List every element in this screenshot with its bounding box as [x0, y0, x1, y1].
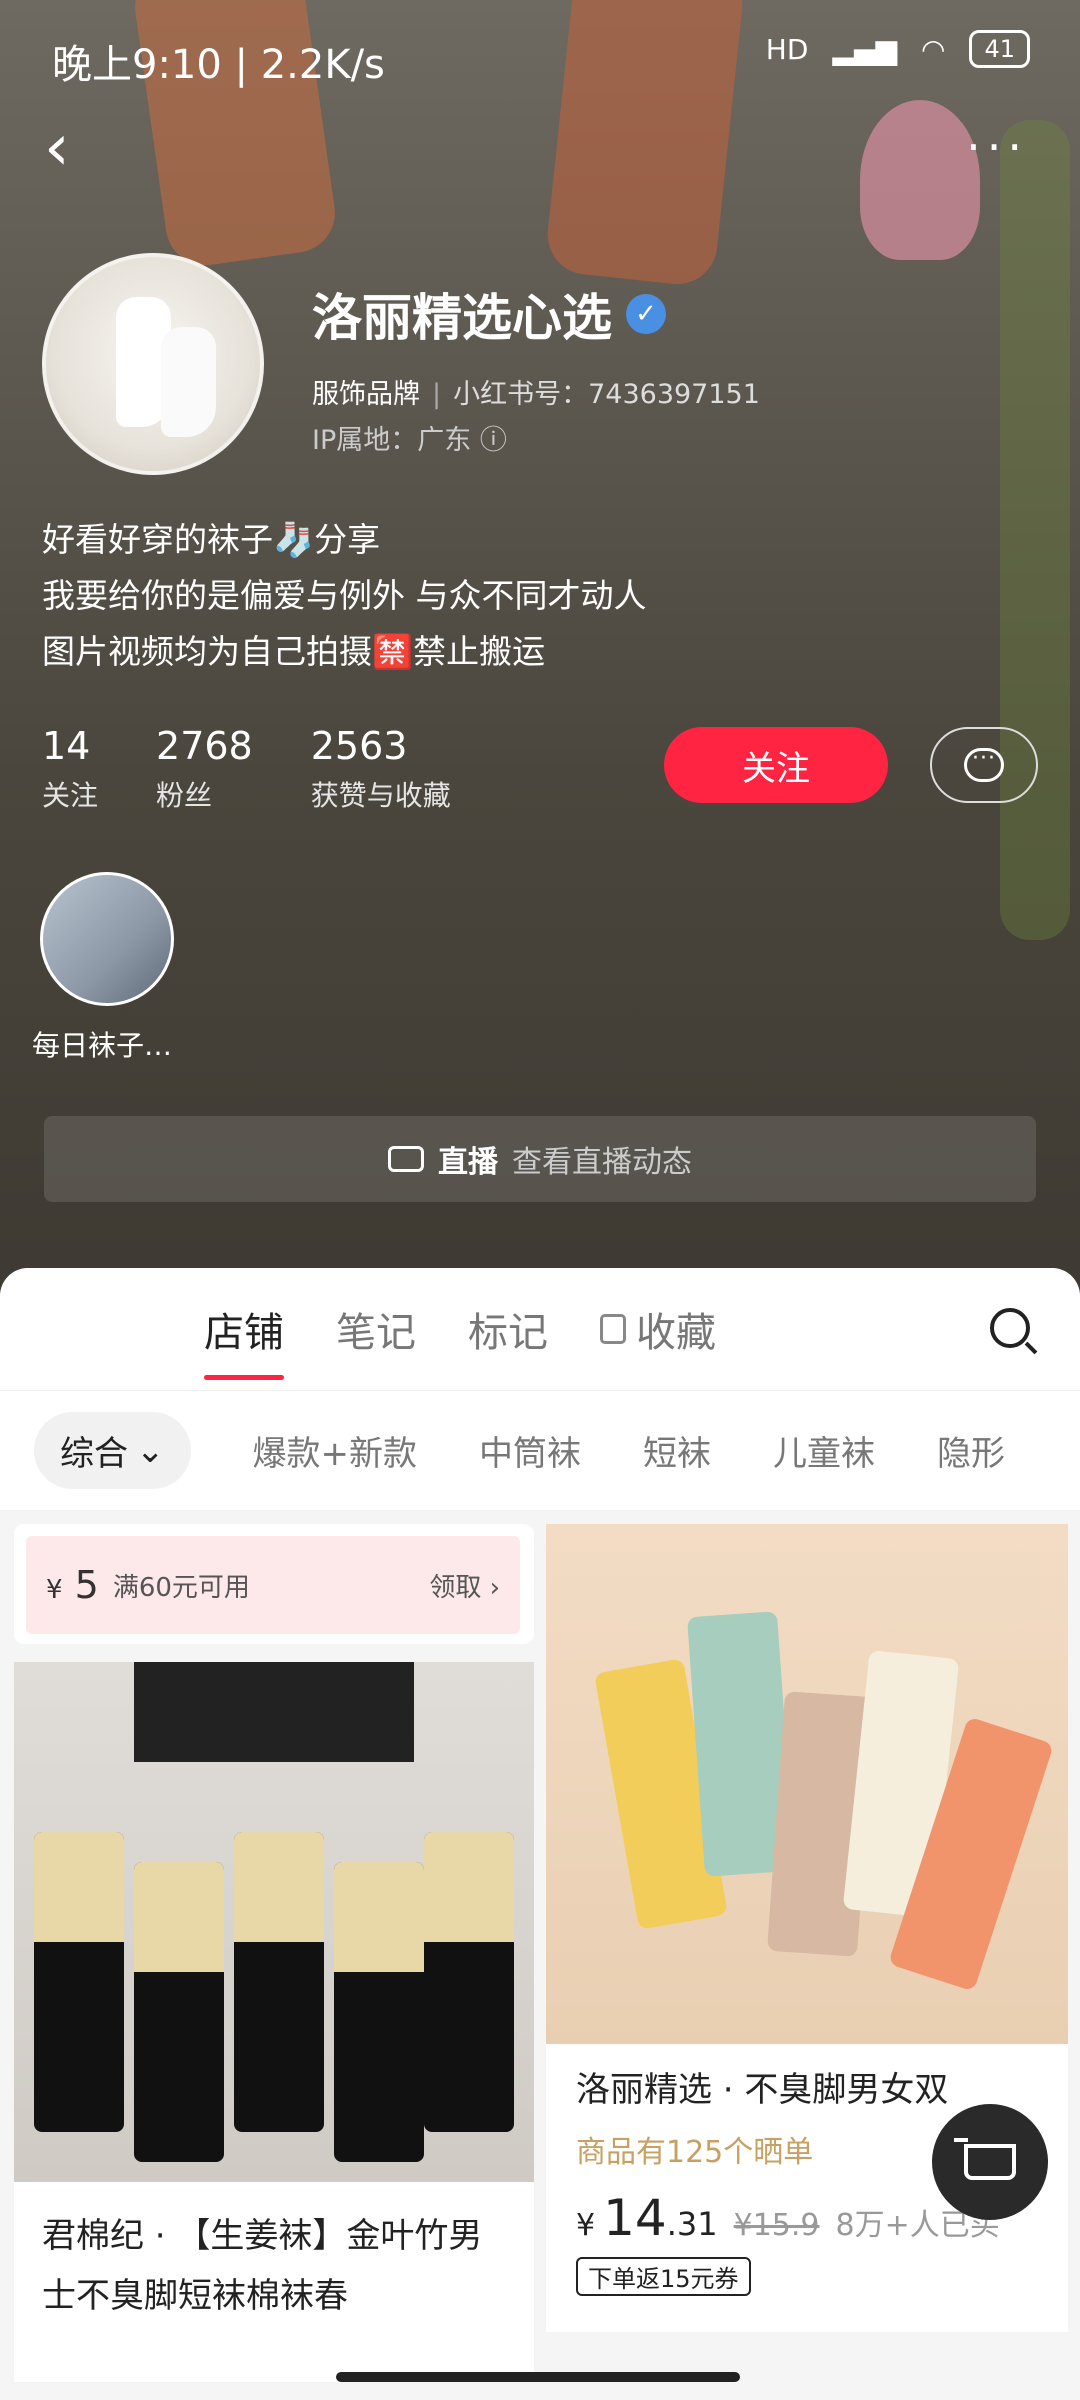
tab-notes[interactable]: 笔记 [336, 1300, 416, 1358]
coupon-claim-label: 领取 [429, 1572, 482, 1603]
coupon-value: 5 [74, 1563, 99, 1607]
info-icon[interactable]: ⓘ [480, 425, 507, 456]
product-photo-decoration [34, 1832, 124, 2132]
filter-item[interactable]: 中筒袜 [479, 1426, 581, 1475]
profile-stats: 14 关注 2768 粉丝 2563 获赞与收藏 [42, 724, 451, 814]
cart-icon [954, 2138, 1016, 2180]
stat-label: 获赞与收藏 [310, 779, 451, 812]
promo-tag: 下单返15元券 [576, 2257, 751, 2296]
product-photo-decoration [134, 1862, 224, 2162]
product-photo-decoration [134, 1662, 414, 1762]
filter-item[interactable]: 短袜 [643, 1426, 711, 1475]
stat-label: 粉丝 [156, 779, 213, 812]
filter-sort-dropdown[interactable]: 综合 ⌄ [34, 1412, 191, 1489]
tab-store[interactable]: 店铺 [204, 1300, 284, 1380]
brand-category[interactable]: 服饰品牌 [312, 379, 420, 410]
profile-name: 洛丽精选心选 [312, 289, 612, 347]
bio-line: 好看好穿的袜子🧦分享 [42, 520, 381, 559]
tab-label: 收藏 [636, 1310, 716, 1356]
highlight-label: 每日袜子… [32, 1029, 173, 1062]
ip-text: IP属地：广东 [312, 425, 472, 456]
price-value: 14.31 [603, 2189, 718, 2247]
coupon[interactable]: ¥ 5 满60元可用 领取 › [26, 1536, 520, 1634]
bio-line: 图片视频均为自己拍摄🈲禁止搬运 [42, 632, 546, 671]
live-camera-icon [388, 1146, 424, 1172]
product-image[interactable] [546, 1524, 1068, 2044]
chat-icon [964, 746, 1004, 782]
filter-item[interactable]: 儿童袜 [773, 1426, 875, 1475]
price-currency: ¥ [576, 2208, 596, 2243]
stat-label: 关注 [42, 779, 99, 812]
live-entry[interactable]: 直播 查看直播动态 [44, 1116, 1036, 1202]
background-decoration [860, 100, 980, 260]
tab-bar: 店铺 笔记 标记 收藏 [0, 1268, 1080, 1390]
original-price: ¥15.9 [733, 2208, 820, 2243]
bio-line: 我要给你的是偏爱与例外 与众不同才动人 [42, 576, 647, 615]
profile-meta: 服饰品牌 | 小红书号：7436397151 [312, 379, 760, 410]
stat-value: 14 [42, 724, 91, 768]
tab-marks[interactable]: 标记 [468, 1300, 548, 1358]
coupon-amount: ¥ 5 [46, 1563, 99, 1607]
profile-bio: 好看好穿的袜子🧦分享 我要给你的是偏爱与例外 与众不同才动人 图片视频均为自己拍… [42, 512, 647, 680]
message-button[interactable] [930, 727, 1038, 803]
tab-collections[interactable]: 收藏 [600, 1300, 716, 1358]
coupon-currency: ¥ [46, 1575, 63, 1605]
live-sublabel: 查看直播动态 [512, 1145, 692, 1180]
coupon-claim-button[interactable]: 领取 › [429, 1567, 500, 1604]
chevron-down-icon: ⌄ [136, 1430, 165, 1471]
filter-selected: 综合 [60, 1434, 128, 1474]
stat-following[interactable]: 14 关注 [42, 724, 98, 814]
stat-value: 2768 [156, 724, 253, 768]
price-integer: 14 [603, 2189, 667, 2247]
product-photo-decoration [424, 1832, 514, 2132]
red-id: 小红书号：7436397151 [453, 379, 760, 410]
signal-icon: ▂▄▆ [832, 32, 898, 66]
cart-button[interactable] [932, 2104, 1048, 2220]
more-options-icon[interactable]: ··· [966, 120, 1028, 174]
highlight-thumbnail[interactable] [40, 872, 174, 1006]
status-time: 晚上9:10 | 2.2K/s [52, 42, 385, 88]
search-icon[interactable] [990, 1308, 1030, 1348]
filter-item[interactable]: 隐形 [937, 1426, 1005, 1475]
coupon-condition: 满60元可用 [112, 1572, 250, 1603]
product-image[interactable] [14, 1662, 534, 2182]
profile-header: 晚上9:10 | 2.2K/s HD ▂▄▆ ◠ 41 ‹ ··· 洛丽精选心选… [0, 0, 1080, 1300]
status-bar: 晚上9:10 | 2.2K/s HD ▂▄▆ ◠ 41 [0, 0, 1080, 110]
ip-location: IP属地：广东 ⓘ [312, 418, 507, 457]
stat-value: 2563 [310, 724, 408, 768]
lock-icon [600, 1314, 626, 1344]
product-photo-decoration [334, 1862, 424, 2162]
background-decoration [1000, 120, 1070, 940]
product-title[interactable]: 君棉纪 · 【生姜袜】金叶竹男士不臭脚短袜棉袜春 [14, 2182, 534, 2382]
network-label: HD [765, 32, 809, 66]
status-icons: HD ▂▄▆ ◠ 41 [766, 30, 1030, 68]
stat-followers[interactable]: 2768 粉丝 [156, 724, 253, 814]
filter-item[interactable]: 爆款+新款 [253, 1426, 418, 1475]
stat-likes[interactable]: 2563 获赞与收藏 [311, 724, 451, 814]
product-photo-decoration [234, 1832, 324, 2132]
live-label: 直播 [438, 1145, 498, 1180]
back-icon[interactable]: ‹ [44, 116, 84, 180]
avatar-image [161, 327, 216, 437]
home-indicator[interactable] [336, 2372, 740, 2382]
profile-name-row: 洛丽精选心选 ✓ [312, 278, 666, 350]
verified-icon: ✓ [626, 294, 666, 334]
battery-icon: 41 [969, 30, 1030, 68]
filter-bar: 综合 ⌄ 爆款+新款 中筒袜 短袜 儿童袜 隐形 [0, 1390, 1080, 1510]
wifi-icon: ◠ [921, 32, 946, 66]
product-title: 洛丽精选 · 不臭脚男女双 [576, 2070, 949, 2110]
price-decimal: .31 [666, 2205, 718, 2243]
avatar[interactable] [42, 253, 264, 475]
follow-button[interactable]: 关注 [664, 727, 888, 803]
